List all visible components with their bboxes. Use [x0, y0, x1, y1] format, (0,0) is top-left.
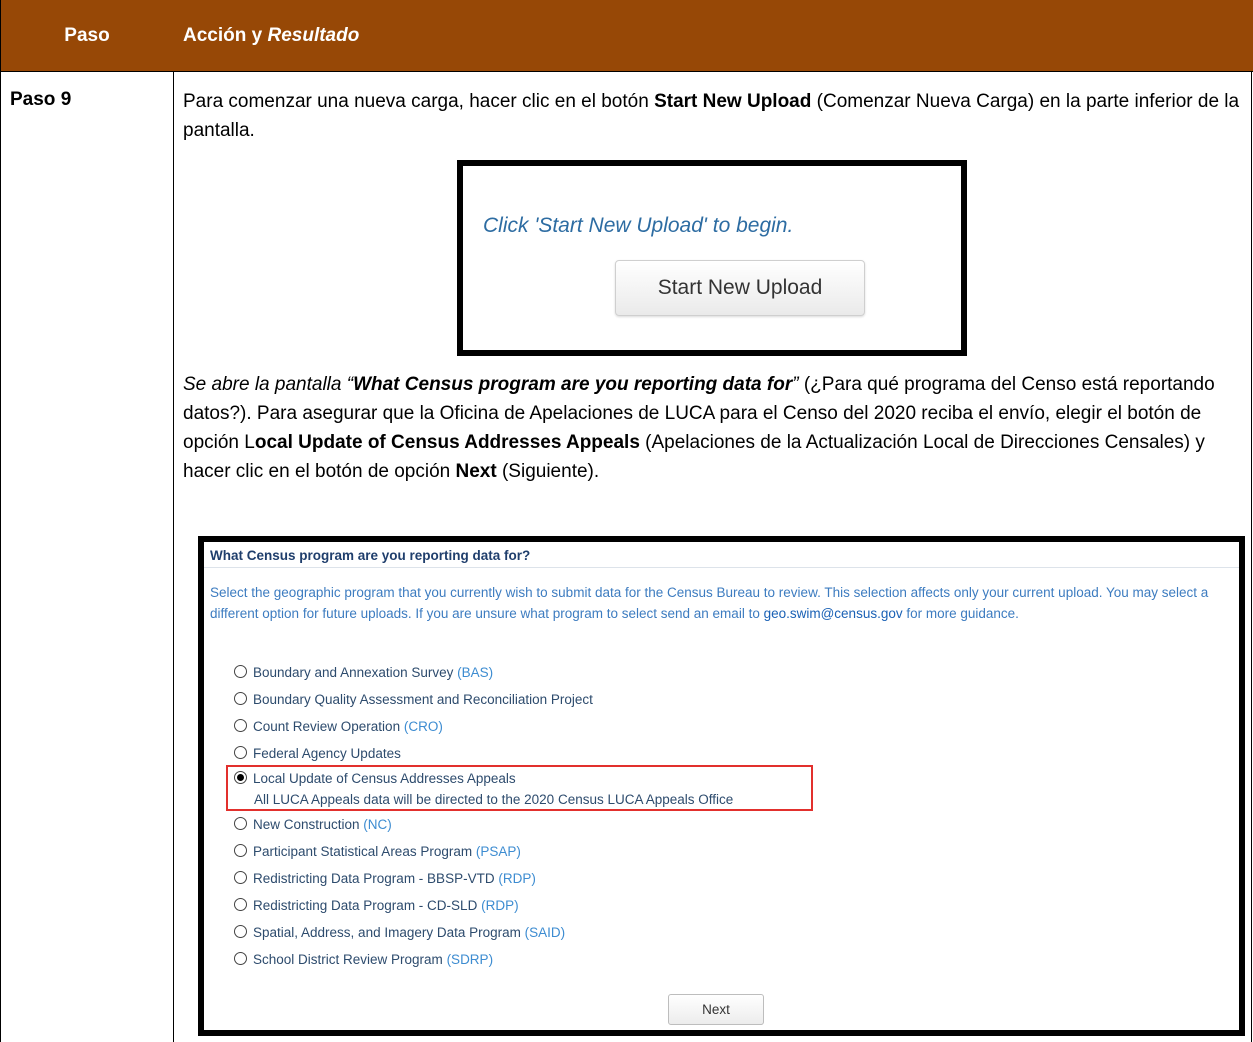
- instruction-table: Paso Acción y Resultado Paso 9 Para come…: [0, 0, 1253, 1042]
- radio-icon[interactable]: [234, 665, 247, 678]
- header-divider: [1, 71, 1253, 72]
- option-abbr[interactable]: (CRO): [404, 719, 443, 734]
- option-bas[interactable]: Boundary and Annexation Survey (BAS): [234, 665, 493, 683]
- radio-icon[interactable]: [234, 817, 247, 830]
- option-label: Redistricting Data Program - CD-SLD: [253, 898, 482, 913]
- title-divider: [204, 567, 1239, 568]
- header-result-text: Resultado: [267, 25, 360, 46]
- step-paragraph-2: Se abre la pantalla “What Census program…: [183, 370, 1245, 486]
- step-paragraph-1: Para comenzar una nueva carga, hacer cli…: [183, 87, 1245, 145]
- radio-icon[interactable]: [234, 898, 247, 911]
- p1-text-1: Para comenzar una nueva carga, hacer cli…: [183, 91, 655, 112]
- radio-icon[interactable]: [234, 871, 247, 884]
- option-label: Participant Statistical Areas Program: [253, 844, 476, 859]
- radio-icon[interactable]: [234, 952, 247, 965]
- option-label: School District Review Program: [253, 952, 447, 967]
- option-label: Spatial, Address, and Imagery Data Progr…: [253, 925, 525, 940]
- option-psap[interactable]: Participant Statistical Areas Program (P…: [234, 844, 521, 862]
- program-description: Select the geographic program that you c…: [210, 582, 1235, 624]
- option-label: Count Review Operation: [253, 719, 404, 734]
- radio-icon[interactable]: [234, 925, 247, 938]
- header-step: Paso: [64, 25, 110, 46]
- radio-icon[interactable]: [234, 746, 247, 759]
- option-label: Boundary Quality Assessment and Reconcil…: [253, 692, 593, 707]
- option-sdrp[interactable]: School District Review Program (SDRP): [234, 952, 493, 970]
- p1-bold-1: Start New Upload: [654, 91, 812, 112]
- table-header: Paso Acción y Resultado: [1, 0, 1253, 71]
- program-selection-screenshot: What Census program are you reporting da…: [198, 536, 1245, 1036]
- luca-appeals-note: All LUCA Appeals data will be directed t…: [254, 792, 734, 807]
- step-label: Paso 9: [10, 89, 72, 110]
- option-abbr[interactable]: (NC): [363, 817, 392, 832]
- option-rdp-cdsld[interactable]: Redistricting Data Program - CD-SLD (RDP…: [234, 898, 519, 916]
- option-label: Local Update of Census Addresses Appeals: [253, 771, 516, 786]
- p2-bold-1: ocal Update of Census Addresses Appeals: [254, 432, 640, 453]
- header-action: Acción y Resultado: [183, 0, 359, 71]
- desc-text-1: Select the geographic program that you c…: [210, 585, 1209, 621]
- option-abbr[interactable]: (SAID): [525, 925, 566, 940]
- option-label: New Construction: [253, 817, 364, 832]
- option-abbr[interactable]: (BAS): [457, 665, 493, 680]
- option-rdp-bbsp[interactable]: Redistricting Data Program - BBSP-VTD (R…: [234, 871, 536, 889]
- option-nc[interactable]: New Construction (NC): [234, 817, 392, 835]
- option-label: Boundary and Annexation Survey: [253, 665, 458, 680]
- p2-bold-2: Next: [455, 461, 497, 482]
- p2-bold-italic-1: What Census program are you reporting da…: [353, 374, 793, 395]
- header-action-text: Acción y: [183, 25, 268, 46]
- option-label: Redistricting Data Program - BBSP-VTD: [253, 871, 499, 886]
- desc-text-2: for more guidance.: [902, 606, 1019, 621]
- email-link[interactable]: geo.swim@census.gov: [764, 606, 903, 621]
- option-said[interactable]: Spatial, Address, and Imagery Data Progr…: [234, 925, 565, 943]
- option-abbr[interactable]: (SDRP): [447, 952, 494, 967]
- option-label: Federal Agency Updates: [253, 746, 401, 761]
- option-luca-appeals[interactable]: Local Update of Census Addresses Appeals: [234, 771, 516, 789]
- option-federal-agency[interactable]: Federal Agency Updates: [234, 746, 401, 764]
- radio-icon[interactable]: [234, 719, 247, 732]
- start-upload-screenshot: Click 'Start New Upload' to begin. Start…: [457, 160, 967, 356]
- option-bqarp[interactable]: Boundary Quality Assessment and Reconcil…: [234, 692, 593, 710]
- column-divider: [173, 71, 174, 1042]
- option-abbr[interactable]: (RDP): [481, 898, 519, 913]
- radio-selected-icon[interactable]: [234, 771, 247, 784]
- program-question-title: What Census program are you reporting da…: [210, 548, 531, 563]
- start-upload-message: Click 'Start New Upload' to begin.: [483, 214, 794, 237]
- radio-icon[interactable]: [234, 692, 247, 705]
- p2-text-3: (Siguiente).: [496, 461, 600, 482]
- radio-icon[interactable]: [234, 844, 247, 857]
- p2-italic-1: Se abre la pantalla “: [183, 374, 354, 395]
- option-cro[interactable]: Count Review Operation (CRO): [234, 719, 443, 737]
- option-abbr[interactable]: (PSAP): [476, 844, 521, 859]
- start-new-upload-button[interactable]: Start New Upload: [615, 260, 865, 316]
- next-button[interactable]: Next: [668, 994, 764, 1025]
- option-abbr[interactable]: (RDP): [498, 871, 536, 886]
